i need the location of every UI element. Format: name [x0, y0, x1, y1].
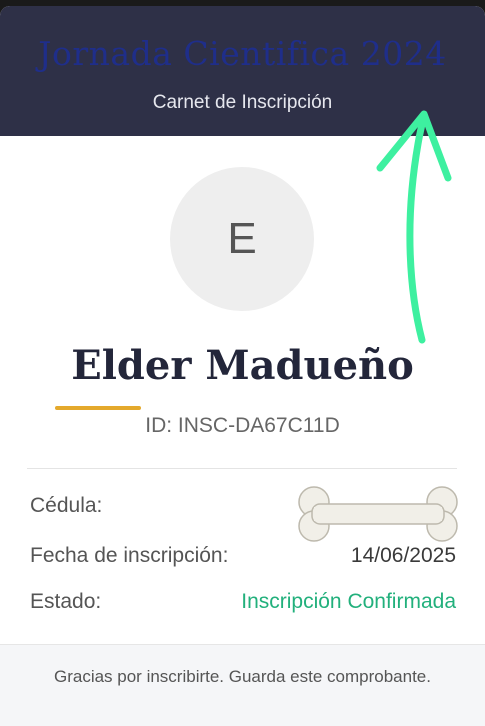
hand-drawn-arrow-icon	[376, 110, 452, 344]
name-underline-accent	[55, 406, 141, 410]
registration-id: ID: INSC-DA67C11D	[145, 414, 340, 437]
divider	[27, 468, 457, 469]
card-footer: Gracias por inscribirte. Guarda este com…	[0, 644, 485, 726]
detail-row-estado: Estado: Inscripción Confirmada	[30, 590, 456, 620]
avatar: E	[170, 167, 314, 311]
cedula-label: Cédula:	[30, 494, 103, 517]
avatar-initial: E	[227, 214, 257, 263]
status-badge: Inscripción Confirmada	[241, 590, 456, 613]
footer-message: Gracias por inscribirte. Guarda este com…	[53, 667, 431, 686]
bone-sticker-icon	[298, 486, 458, 542]
registration-card: Jornada Cientifica 2024 Carnet de Inscri…	[0, 6, 485, 726]
fecha-label: Fecha de inscripción:	[30, 544, 229, 567]
event-title: Jornada Cientifica 2024	[38, 34, 447, 73]
estado-label: Estado:	[30, 590, 102, 613]
detail-row-fecha: Fecha de inscripción: 14/06/2025	[30, 544, 456, 574]
fecha-value: 14/06/2025	[350, 544, 456, 567]
